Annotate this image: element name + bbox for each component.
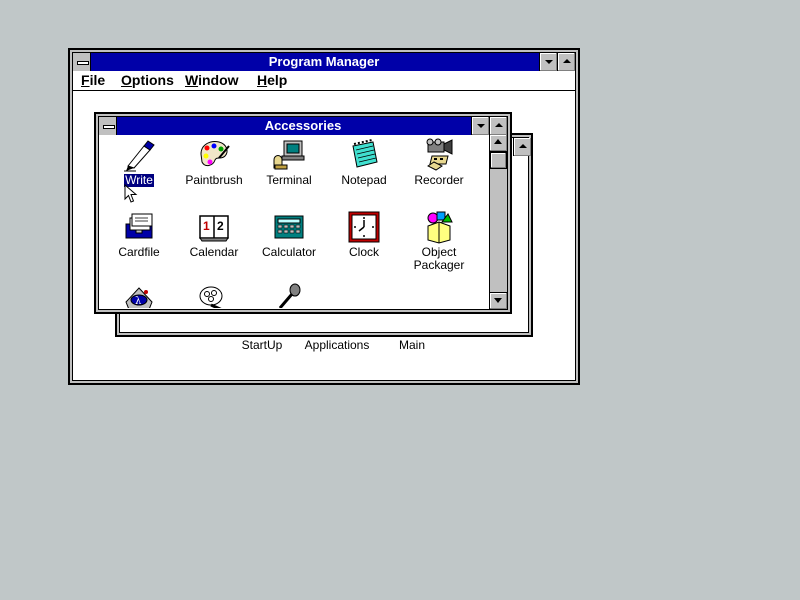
program-item-sound-recorder[interactable]: [249, 282, 329, 308]
menu-help-mnemonic: H: [257, 72, 268, 88]
minimize-button[interactable]: [539, 53, 557, 71]
vertical-scrollbar[interactable]: [489, 135, 507, 309]
system-menu-button[interactable]: [99, 117, 117, 135]
item-label: Calendar: [189, 245, 239, 259]
program-item-paintbrush[interactable]: Paintbrush: [174, 138, 254, 187]
program-item-terminal[interactable]: Terminal: [249, 138, 329, 187]
clock-icon: [348, 211, 380, 243]
system-menu-icon: [103, 125, 115, 129]
program-item-clock[interactable]: Clock: [324, 210, 404, 259]
scroll-thumb[interactable]: [490, 152, 507, 169]
menu-window-label: indow: [198, 72, 239, 88]
program-manager-titlebar[interactable]: Program Manager: [73, 53, 575, 71]
recorder-icon: [426, 138, 453, 171]
svg-text:2: 2: [217, 219, 224, 233]
window-title: Accessories: [264, 118, 342, 133]
svg-text:λ: λ: [135, 296, 142, 307]
item-label: Calculator: [261, 245, 317, 259]
program-item-write[interactable]: Write: [99, 138, 179, 187]
item-label-line1: Object: [421, 245, 457, 259]
program-item-cardfile[interactable]: Cardfile: [99, 210, 179, 259]
program-item-calculator[interactable]: Calculator: [249, 210, 329, 259]
arrow-up-icon: [494, 139, 502, 144]
notepad-icon: [352, 139, 378, 168]
sound-recorder-icon: [278, 283, 301, 308]
scroll-down-button[interactable]: [490, 292, 507, 309]
maximize-button[interactable]: [513, 138, 531, 156]
menu-bar: File Options Window Help: [73, 71, 575, 91]
window-title: Program Manager: [268, 54, 380, 69]
menu-options-mnemonic: O: [121, 72, 132, 88]
item-label: Notepad: [341, 173, 387, 187]
item-label: Cardfile: [118, 245, 160, 259]
accessories-titlebar[interactable]: Accessories: [99, 117, 507, 135]
program-item-notepad[interactable]: Notepad: [324, 138, 404, 187]
program-item-character-map[interactable]: λ: [99, 282, 179, 308]
calendar-icon: 1 2: [199, 215, 229, 242]
group-label: Applications: [304, 338, 370, 352]
menu-options-label: ptions: [131, 72, 174, 88]
media-player-icon: [199, 286, 223, 308]
menu-window[interactable]: Window: [185, 72, 239, 89]
item-label: Paintbrush: [185, 173, 243, 187]
character-map-icon: λ: [125, 287, 153, 308]
calculator-icon: [274, 215, 304, 239]
maximize-button[interactable]: [489, 117, 507, 135]
group-label: StartUp: [241, 338, 283, 352]
item-label: Terminal: [266, 173, 312, 187]
maximize-icon: [519, 144, 527, 148]
system-menu-icon: [77, 61, 89, 65]
object-packager-icon: [427, 211, 453, 244]
minimize-icon: [545, 60, 553, 64]
menu-options[interactable]: Options: [121, 72, 174, 89]
menu-window-mnemonic: W: [185, 72, 199, 88]
accessories-window[interactable]: Accessories Write Paintbrush Terminal No…: [94, 112, 512, 314]
minimize-button[interactable]: [471, 117, 489, 135]
maximize-icon: [495, 123, 503, 127]
scroll-up-button[interactable]: [490, 135, 507, 152]
menu-help[interactable]: Help: [257, 72, 287, 89]
mouse-pointer-icon: [124, 184, 138, 203]
program-item-calendar[interactable]: 1 2 Calendar: [174, 210, 254, 259]
item-label: Object Packager: [413, 246, 466, 272]
group-label: Main: [398, 338, 425, 352]
item-label-line2: Packager: [413, 258, 465, 272]
cardfile-icon: [125, 213, 153, 239]
program-item-media-player[interactable]: [174, 282, 254, 308]
menu-help-label: elp: [267, 72, 288, 88]
maximize-button[interactable]: [557, 53, 575, 71]
program-item-object-packager[interactable]: Object Packager: [399, 210, 479, 272]
maximize-icon: [563, 59, 571, 63]
terminal-icon: [273, 140, 305, 170]
menu-file-label: ile: [89, 72, 106, 88]
arrow-down-icon: [494, 298, 502, 303]
menu-file-mnemonic: F: [81, 72, 90, 88]
menu-file[interactable]: File: [81, 72, 105, 89]
item-label: Clock: [348, 245, 379, 259]
system-menu-button[interactable]: [73, 53, 91, 71]
paintbrush-icon: [200, 141, 230, 167]
write-icon: [124, 140, 155, 172]
item-label: Recorder: [414, 173, 464, 187]
program-item-recorder[interactable]: Recorder: [399, 138, 479, 187]
minimize-icon: [477, 124, 485, 128]
svg-text:1: 1: [203, 219, 210, 233]
